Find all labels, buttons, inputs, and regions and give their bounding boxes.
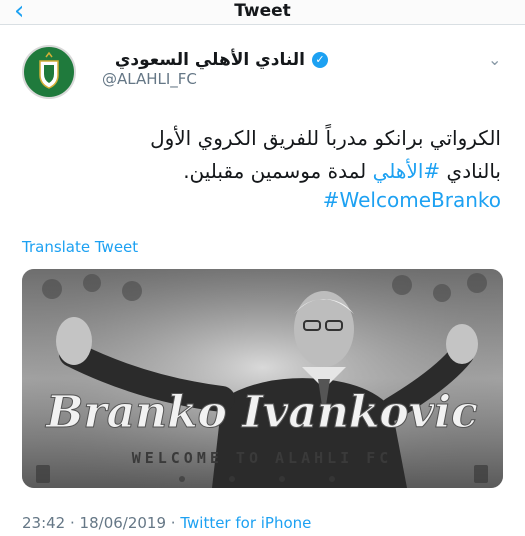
hashtag-welcomebranko-link[interactable]: #WelcomeBranko [323,188,501,212]
branko-welcome-graphic: Branko Ivankovic WELCOME TO ALAHLI FC [22,269,503,488]
verified-badge-icon: ✓ [312,52,328,68]
chevron-down-icon[interactable]: ⌄ [488,50,501,69]
display-name[interactable]: النادي الأهلي السعودي [115,50,305,70]
tweet-date: 18/06/2019 [79,514,167,532]
meta-separator-1: · [65,514,80,532]
club-logo-icon [25,48,73,96]
welcome-subtitle-text: WELCOME TO ALAHLI FC [132,449,393,467]
page-title: Tweet [234,1,291,21]
tweet-time: 23:42 [22,514,66,532]
coach-name-text: Branko Ivankovic [44,387,478,438]
tweet-line-2-prefix: بالنادي [440,159,501,183]
tweet-line-2-suffix: لمدة موسمين مقبلين. [183,159,373,183]
tweet-image[interactable]: Branko Ivankovic WELCOME TO ALAHLI FC [22,269,503,488]
navigation-bar: ‹ Tweet [0,0,525,26]
meta-separator-2: · [166,514,181,532]
tweet-line-1: الكرواتي برانكو مدرباً للفريق الكروي الأ… [150,126,501,150]
tweet-meta: 23:42 · 18/06/2019 · Twitter for iPhone [22,514,311,532]
tweet-text: الكرواتي برانكو مدرباً للفريق الكروي الأ… [31,122,501,188]
user-handle[interactable]: @ALAHLI_FC [102,70,197,88]
tweet-source-link[interactable]: Twitter for iPhone [180,514,311,532]
avatar[interactable] [22,45,76,99]
translate-tweet-link[interactable]: Translate Tweet [22,238,138,256]
hashtag-alahli-link[interactable]: #الأهلي [373,159,441,183]
tweet-line-2: بالنادي #الأهلي لمدة موسمين مقبلين. [31,155,501,188]
